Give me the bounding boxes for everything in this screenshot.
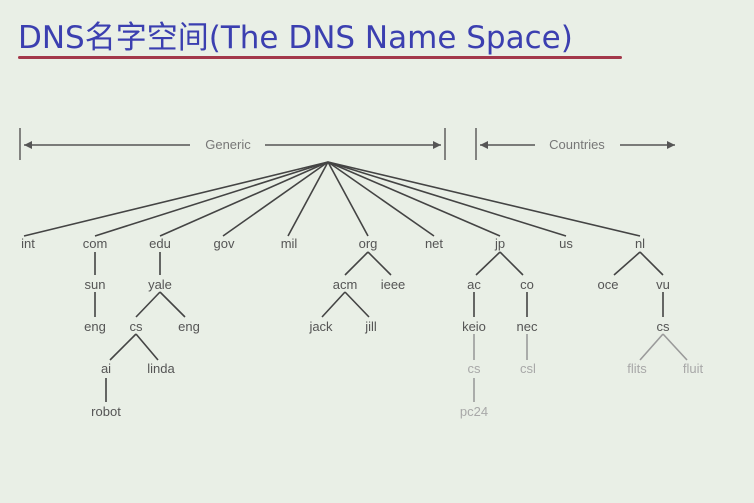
node-us: us — [559, 236, 573, 251]
node-fluit: fluit — [683, 361, 704, 376]
node-net: net — [425, 236, 443, 251]
node-ai: ai — [101, 361, 111, 376]
node-org: org — [359, 236, 378, 251]
node-sun: sun — [85, 277, 106, 292]
node-keio: keio — [462, 319, 486, 334]
node-edu: edu — [149, 236, 171, 251]
node-jp: jp — [494, 236, 505, 251]
node-nec: nec — [517, 319, 538, 334]
node-oce: oce — [598, 277, 619, 292]
node-cs-yale: cs — [130, 319, 144, 334]
node-linda: linda — [147, 361, 175, 376]
node-vu: vu — [656, 277, 670, 292]
generic-range: Generic — [19, 128, 446, 160]
node-ieee: ieee — [381, 277, 406, 292]
node-gov: gov — [214, 236, 235, 251]
node-cs-vu: cs — [657, 319, 671, 334]
root-edges — [23, 161, 641, 237]
countries-range: Countries — [475, 128, 675, 160]
node-ac: ac — [467, 277, 481, 292]
node-yale: yale — [148, 277, 172, 292]
countries-range-label: Countries — [549, 137, 605, 152]
node-pc24: pc24 — [460, 404, 488, 419]
node-int: int — [21, 236, 35, 251]
generic-range-label: Generic — [205, 137, 251, 152]
node-robot: robot — [91, 404, 121, 419]
node-nl: nl — [635, 236, 645, 251]
node-flits: flits — [627, 361, 647, 376]
node-eng-sun: eng — [84, 319, 106, 334]
node-cs-keio: cs — [468, 361, 482, 376]
node-acm: acm — [333, 277, 358, 292]
node-eng-yale: eng — [178, 319, 200, 334]
node-csl: csl — [520, 361, 536, 376]
node-jill: jill — [364, 319, 377, 334]
dns-tree-diagram: Generic Countries int com edu gov mil or… — [19, 128, 704, 419]
node-mil: mil — [281, 236, 298, 251]
node-jack: jack — [308, 319, 333, 334]
slide: DNS名字空间(The DNS Name Space) Generic Coun… — [0, 0, 754, 503]
node-co: co — [520, 277, 534, 292]
node-com: com — [83, 236, 108, 251]
node-labels: int com edu gov mil org net jp us nl sun… — [21, 236, 703, 419]
